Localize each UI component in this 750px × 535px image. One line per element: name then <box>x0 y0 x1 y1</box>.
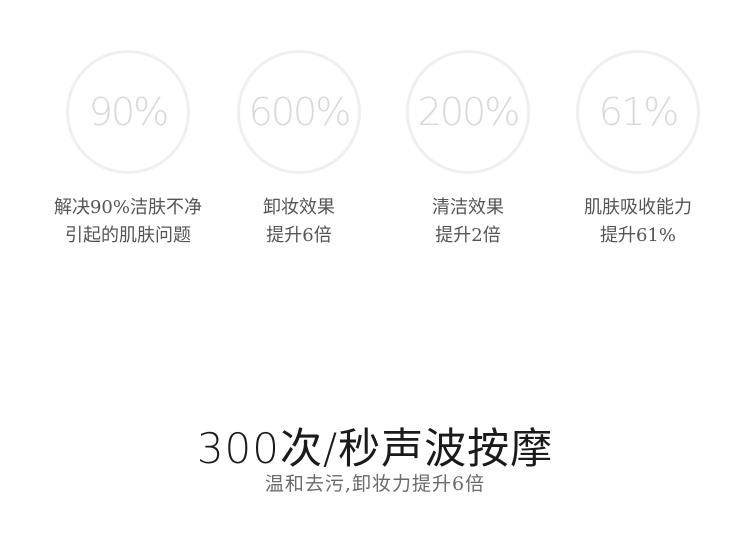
stat-value: 61% <box>598 90 679 134</box>
stat-caption-line-2: 提升2倍 <box>435 225 501 246</box>
stat-ring: 90% <box>66 50 190 174</box>
stat-caption: 解决90%洁肤不净 引起的肌肤问题 <box>43 194 213 250</box>
stat-card-absorption: 61% 肌肤吸收能力 提升61% <box>553 50 723 250</box>
stat-caption-line-1: 肌肤吸收能力 <box>584 197 692 218</box>
feature-headline: 300次/秒声波按摩 <box>196 424 554 473</box>
stat-caption-line-2: 提升61% <box>599 225 676 246</box>
stat-value: 90% <box>88 90 169 134</box>
stat-caption: 卸妆效果 提升6倍 <box>214 194 384 250</box>
stat-caption: 肌肤吸收能力 提升61% <box>553 194 723 250</box>
stat-caption: 清洁效果 提升2倍 <box>383 194 553 250</box>
stat-card-makeup-removal: 600% 卸妆效果 提升6倍 <box>214 50 384 250</box>
stat-caption-line-2: 提升6倍 <box>266 225 332 246</box>
stat-caption-line-1: 解决90%洁肤不净 <box>53 197 202 218</box>
stat-ring: 61% <box>576 50 700 174</box>
stat-value: 200% <box>417 90 521 134</box>
stat-caption-line-1: 清洁效果 <box>432 197 504 218</box>
stat-card-cleansing: 90% 解决90%洁肤不净 引起的肌肤问题 <box>43 50 213 250</box>
stat-value: 600% <box>248 90 352 134</box>
feature-subline: 温和去污,卸妆力提升6倍 <box>264 473 486 495</box>
stat-ring: 600% <box>237 50 361 174</box>
stat-card-cleaning: 200% 清洁效果 提升2倍 <box>383 50 553 250</box>
stat-ring: 200% <box>406 50 530 174</box>
stat-caption-line-1: 卸妆效果 <box>263 197 335 218</box>
stat-caption-line-2: 引起的肌肤问题 <box>65 225 191 246</box>
